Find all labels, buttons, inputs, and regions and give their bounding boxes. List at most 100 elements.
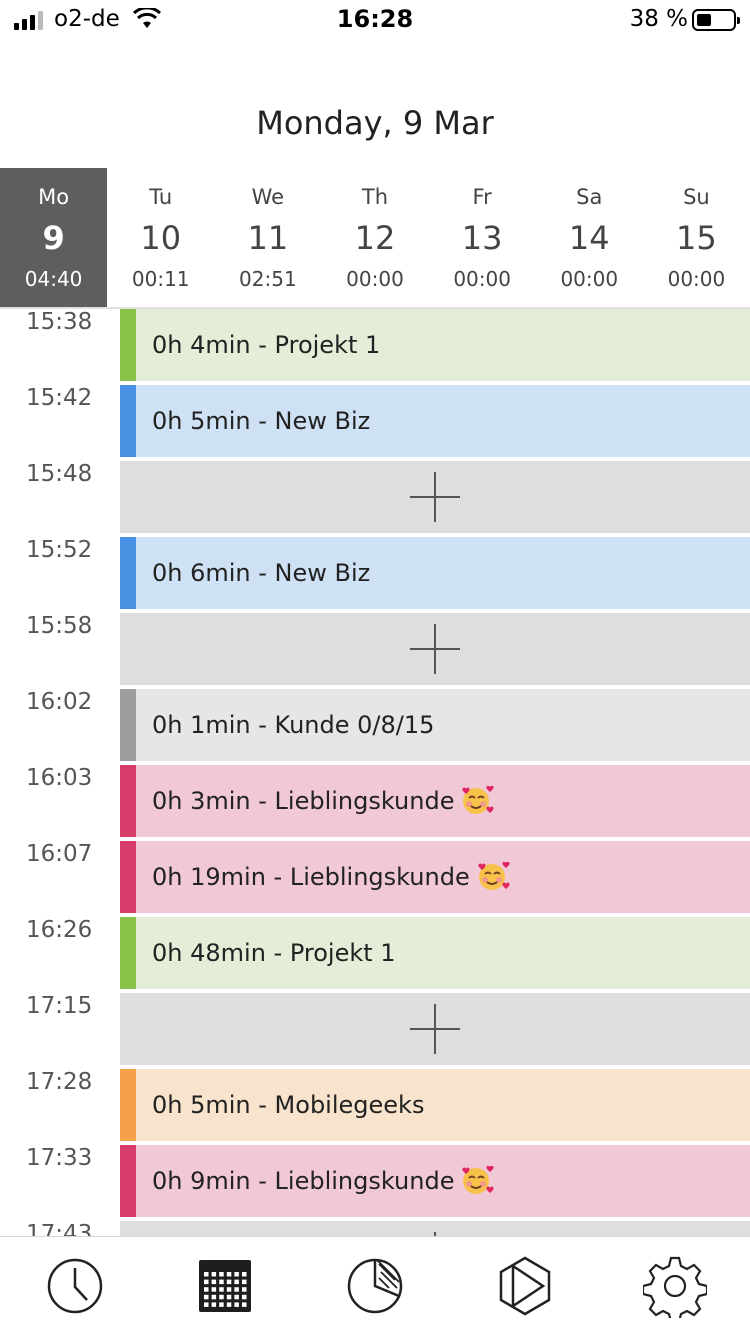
tab-bar xyxy=(0,1236,750,1334)
time-entry[interactable]: 0h 9min - Lieblingskunde xyxy=(120,1145,750,1217)
entry-time: 16:03 xyxy=(26,765,93,791)
entry-label: 0h 9min - Lieblingskunde xyxy=(152,1167,455,1195)
day-date: 11 xyxy=(247,219,289,257)
entry-time: 16:07 xyxy=(26,841,93,867)
day-date: 13 xyxy=(461,219,503,257)
project-color-bar xyxy=(120,1069,136,1141)
project-color-bar xyxy=(120,309,136,381)
gap-row: 17:43 xyxy=(0,1221,750,1236)
day-total: 00:00 xyxy=(346,267,404,291)
time-entry[interactable]: 0h 1min - Kunde 0/8/15 xyxy=(120,689,750,761)
gap-row: 15:58 xyxy=(0,613,750,689)
entry-row: 15:42 0h 5min - New Biz xyxy=(0,385,750,461)
plus-icon xyxy=(410,1004,460,1054)
project-color-bar xyxy=(120,1145,136,1217)
gap-row: 17:15 xyxy=(0,993,750,1069)
project-color-bar xyxy=(120,537,136,609)
day-date: 12 xyxy=(354,219,396,257)
gap-row: 15:48 xyxy=(0,461,750,537)
pie-chart-icon xyxy=(347,1258,403,1313)
entry-row: 15:38 0h 4min - Projekt 1 xyxy=(0,309,750,385)
entry-time: 15:52 xyxy=(26,537,93,563)
day-name: Su xyxy=(683,185,710,209)
entry-row: 16:02 0h 1min - Kunde 0/8/15 xyxy=(0,689,750,765)
time-entry[interactable]: 0h 3min - Lieblingskunde xyxy=(120,765,750,837)
day-total: 00:00 xyxy=(453,267,511,291)
gear-icon xyxy=(643,1256,707,1318)
clock-icon xyxy=(47,1258,103,1313)
add-entry-button[interactable] xyxy=(120,613,750,685)
add-entry-button[interactable] xyxy=(120,1221,750,1236)
day-total: 04:40 xyxy=(24,267,83,291)
entry-row: 17:33 0h 9min - Lieblingskunde xyxy=(0,1145,750,1221)
entry-label: 0h 5min - Mobilegeeks xyxy=(152,1091,425,1119)
day-we[interactable]: We 11 02:51 xyxy=(214,168,321,307)
day-name: Tu xyxy=(149,185,173,209)
entry-row: 17:28 0h 5min - Mobilegeeks xyxy=(0,1069,750,1145)
entry-label: 0h 1min - Kunde 0/8/15 xyxy=(152,711,435,739)
day-total: 00:11 xyxy=(131,267,190,291)
page-title: Monday, 9 Mar xyxy=(256,104,494,142)
tab-pie-chart[interactable] xyxy=(300,1237,450,1334)
day-name: Sa xyxy=(576,185,603,209)
plus-icon xyxy=(410,624,460,674)
entry-time: 15:58 xyxy=(26,613,93,639)
smiling-face-with-hearts-icon xyxy=(478,862,510,890)
entry-row: 15:52 0h 6min - New Biz xyxy=(0,537,750,613)
entry-label: 0h 48min - Projekt 1 xyxy=(152,939,396,967)
entry-time: 16:26 xyxy=(26,917,93,943)
entry-label: 0h 5min - New Biz xyxy=(152,407,371,435)
entry-time: 15:42 xyxy=(26,385,93,411)
week-selector: Mo 9 04:40 Tu 10 00:11 We 11 02:51 Th 12 00:00 Fr 13 0… xyxy=(0,168,750,309)
project-color-bar xyxy=(120,917,136,989)
time-entry-list[interactable]: 15:38 0h 4min - Projekt 1 15:42 0h 5min … xyxy=(0,309,750,1236)
tab-calendar[interactable] xyxy=(150,1237,300,1334)
day-su[interactable]: Su 15 00:00 xyxy=(643,168,750,307)
entry-label: 0h 3min - Lieblingskunde xyxy=(152,787,455,815)
entry-row: 16:03 0h 3min - Lieblingskunde xyxy=(0,765,750,841)
entry-time: 17:28 xyxy=(26,1069,93,1095)
battery-icon xyxy=(692,9,740,31)
smiling-face-with-hearts-icon xyxy=(462,1166,495,1194)
entry-time: 16:02 xyxy=(26,689,93,715)
entry-label: 0h 19min - Lieblingskunde xyxy=(152,863,470,891)
day-date: 10 xyxy=(140,219,182,257)
day-mo[interactable]: Mo 9 04:40 xyxy=(0,168,108,307)
project-color-bar xyxy=(120,385,136,457)
tab-play[interactable] xyxy=(450,1237,600,1334)
add-entry-button[interactable] xyxy=(120,461,750,533)
battery-percent: 38 % xyxy=(629,6,688,32)
time-entry[interactable]: 0h 6min - New Biz xyxy=(120,537,750,609)
entry-time: 17:43 xyxy=(26,1221,93,1236)
day-name: Th xyxy=(361,185,389,209)
smiling-face-with-hearts-icon xyxy=(462,786,495,814)
day-th[interactable]: Th 12 00:00 xyxy=(321,168,428,307)
entry-time: 17:15 xyxy=(26,993,93,1019)
tab-gear[interactable] xyxy=(600,1237,750,1334)
entry-time: 15:48 xyxy=(26,461,93,487)
add-entry-button[interactable] xyxy=(120,993,750,1065)
calendar-icon xyxy=(199,1259,251,1312)
day-name: We xyxy=(251,185,285,209)
time-entry[interactable]: 0h 48min - Projekt 1 xyxy=(120,917,750,989)
day-sa[interactable]: Sa 14 00:00 xyxy=(536,168,643,307)
day-name: Mo xyxy=(38,185,70,209)
day-total: 00:00 xyxy=(560,267,619,291)
time-entry[interactable]: 0h 5min - New Biz xyxy=(120,385,750,457)
project-color-bar xyxy=(120,841,136,913)
day-fr[interactable]: Fr 13 00:00 xyxy=(429,168,536,307)
tab-clock[interactable] xyxy=(0,1237,150,1334)
time-entry[interactable]: 0h 5min - Mobilegeeks xyxy=(120,1069,750,1141)
project-color-bar xyxy=(120,765,136,837)
day-tu[interactable]: Tu 10 00:11 xyxy=(107,168,214,307)
entry-row: 16:07 0h 19min - Lieblingskunde xyxy=(0,841,750,917)
entry-row: 16:26 0h 48min - Projekt 1 xyxy=(0,917,750,993)
day-date: 14 xyxy=(568,219,610,257)
plus-icon xyxy=(410,472,460,522)
day-name: Fr xyxy=(472,185,492,209)
day-date: 9 xyxy=(42,219,65,257)
entry-time: 17:33 xyxy=(26,1145,93,1171)
time-entry[interactable]: 0h 19min - Lieblingskunde xyxy=(120,841,750,913)
status-bar: o2-de 16:28 38 % xyxy=(0,0,750,44)
time-entry[interactable]: 0h 4min - Projekt 1 xyxy=(120,309,750,381)
